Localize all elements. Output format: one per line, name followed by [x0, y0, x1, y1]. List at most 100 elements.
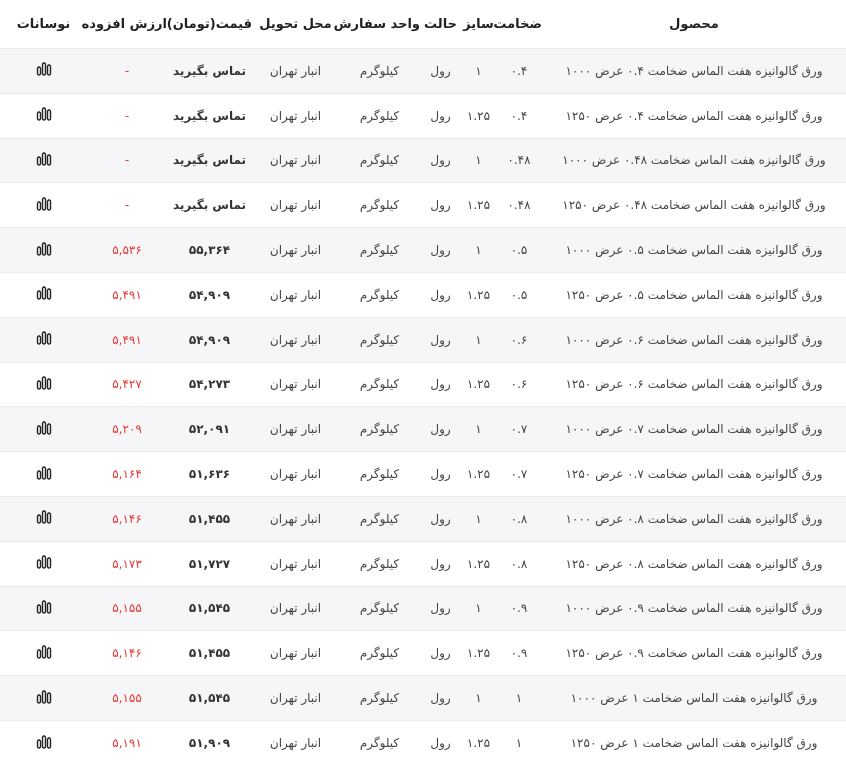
table-row: ورق گالوانیزه هفت الماس ضخامت ۰.۸ عرض ۱۲… [0, 540, 846, 587]
fluctuations-cell[interactable] [0, 630, 87, 676]
bar-chart-icon[interactable] [36, 107, 52, 124]
state-cell: رول [420, 630, 461, 676]
price-cell: تماس بگیرید [167, 92, 252, 139]
fluctuations-cell[interactable] [0, 271, 87, 318]
location-cell: انبار تهران [252, 675, 339, 721]
product-name[interactable]: ورق گالوانیزه هفت الماس ضخامت ۰.۴۸ عرض ۱… [542, 182, 846, 228]
location-cell: انبار تهران [252, 137, 339, 183]
bar-chart-icon[interactable] [36, 465, 52, 483]
bar-chart-icon[interactable] [36, 421, 52, 438]
product-name[interactable]: ورق گالوانیزه هفت الماس ضخامت ۰.۴ عرض ۱۰… [542, 48, 846, 94]
product-name[interactable]: ورق گالوانیزه هفت الماس ضخامت ۱ عرض ۱۰۰۰ [542, 675, 846, 721]
fluctuations-cell[interactable] [0, 92, 87, 139]
location-cell: انبار تهران [252, 451, 339, 497]
bar-chart-icon[interactable] [36, 241, 52, 259]
fluctuations-cell[interactable] [0, 316, 87, 363]
price-cell: ۵۵,۳۶۴ [167, 227, 252, 273]
product-name[interactable]: ورق گالوانیزه هفت الماس ضخامت ۰.۵ عرض ۱۲… [542, 271, 846, 318]
bar-chart-icon[interactable] [36, 62, 52, 79]
fluctuations-cell[interactable] [0, 227, 87, 273]
state-cell: رول [420, 227, 461, 273]
bar-chart-icon[interactable] [36, 734, 52, 752]
unit-cell: کیلوگرم [339, 92, 420, 139]
table-row: ورق گالوانیزه هفت الماس ضخامت ۰.۶ عرض ۱۰… [0, 316, 846, 363]
price-cell: ۵۲,۰۹۱ [167, 406, 252, 452]
fluctuations-cell[interactable] [0, 182, 87, 228]
product-name[interactable]: ورق گالوانیزه هفت الماس ضخامت ۰.۶ عرض ۱۰… [542, 316, 846, 363]
product-name[interactable]: ورق گالوانیزه هفت الماس ضخامت ۰.۹ عرض ۱۲… [542, 630, 846, 676]
added-value-cell: ۵,۴۹۱ [87, 316, 167, 363]
product-name[interactable]: ورق گالوانیزه هفت الماس ضخامت ۰.۶ عرض ۱۲… [542, 361, 846, 407]
state-cell: رول [420, 406, 461, 452]
fluctuations-cell[interactable] [0, 540, 87, 587]
bar-chart-icon[interactable] [36, 376, 52, 393]
bar-chart-icon[interactable] [36, 152, 52, 169]
thickness-cell: ۰.۹ [496, 630, 542, 676]
header-thickness: ضخامت [493, 0, 542, 49]
unit-cell: کیلوگرم [339, 182, 420, 228]
bar-chart-icon[interactable] [36, 645, 52, 662]
unit-cell: کیلوگرم [339, 451, 420, 497]
fluctuations-cell[interactable] [0, 675, 87, 721]
header-unit: واحد سفارش [334, 0, 420, 49]
size-cell: ۱ [461, 585, 496, 631]
bar-chart-icon[interactable] [36, 286, 52, 303]
product-name[interactable]: ورق گالوانیزه هفت الماس ضخامت ۰.۸ عرض ۱۲… [542, 540, 846, 587]
state-cell: رول [420, 271, 461, 318]
thickness-cell: ۱ [496, 675, 542, 721]
bar-chart-icon[interactable] [36, 510, 52, 527]
fluctuations-cell[interactable] [0, 585, 87, 631]
fluctuations-cell[interactable] [0, 361, 87, 407]
size-cell: ۱ [461, 675, 496, 721]
size-cell: ۱.۲۵ [461, 92, 496, 139]
product-name[interactable]: ورق گالوانیزه هفت الماس ضخامت ۱ عرض ۱۲۵۰ [542, 719, 846, 766]
unit-cell: کیلوگرم [339, 585, 420, 631]
size-cell: ۱ [461, 316, 496, 363]
header-size: سایز [461, 0, 496, 49]
fluctuations-cell[interactable] [0, 48, 87, 94]
location-cell: انبار تهران [252, 361, 339, 407]
table-row: ورق گالوانیزه هفت الماس ضخامت ۰.۵ عرض ۱۰… [0, 227, 846, 273]
unit-cell: کیلوگرم [339, 271, 420, 318]
bar-chart-icon[interactable] [36, 555, 52, 572]
size-cell: ۱ [461, 406, 496, 452]
price-cell: تماس بگیرید [167, 182, 252, 228]
header-state: حالت [420, 0, 461, 49]
state-cell: رول [420, 361, 461, 407]
thickness-cell: ۰.۸ [496, 495, 542, 542]
fluctuations-cell[interactable] [0, 719, 87, 766]
price-cell: ۵۴,۹۰۹ [167, 271, 252, 318]
bar-chart-icon[interactable] [36, 197, 52, 214]
price-cell: ۵۱,۴۵۵ [167, 495, 252, 542]
fluctuations-cell[interactable] [0, 406, 87, 452]
product-name[interactable]: ورق گالوانیزه هفت الماس ضخامت ۰.۸ عرض ۱۰… [542, 495, 846, 542]
location-cell: انبار تهران [252, 316, 339, 363]
table-row: ورق گالوانیزه هفت الماس ضخامت ۰.۹ عرض ۱۲… [0, 630, 846, 676]
added-value-cell: ۵,۱۹۱ [87, 719, 167, 766]
product-name[interactable]: ورق گالوانیزه هفت الماس ضخامت ۰.۴۸ عرض ۱… [542, 137, 846, 183]
fluctuations-cell[interactable] [0, 495, 87, 542]
size-cell: ۱.۲۵ [461, 630, 496, 676]
bar-chart-icon[interactable] [36, 600, 52, 617]
fluctuations-cell[interactable] [0, 451, 87, 497]
unit-cell: کیلوگرم [339, 137, 420, 183]
product-name[interactable]: ورق گالوانیزه هفت الماس ضخامت ۰.۹ عرض ۱۰… [542, 585, 846, 631]
added-value-cell: - [87, 48, 167, 94]
product-name[interactable]: ورق گالوانیزه هفت الماس ضخامت ۰.۷ عرض ۱۰… [542, 406, 846, 452]
product-name[interactable]: ورق گالوانیزه هفت الماس ضخامت ۰.۷ عرض ۱۲… [542, 451, 846, 497]
header-added-value: ارزش افزوده [82, 0, 167, 49]
location-cell: انبار تهران [252, 92, 339, 139]
product-name[interactable]: ورق گالوانیزه هفت الماس ضخامت ۰.۵ عرض ۱۰… [542, 227, 846, 273]
fluctuations-cell[interactable] [0, 137, 87, 183]
header-location: محل تحویل [252, 0, 339, 49]
unit-cell: کیلوگرم [339, 495, 420, 542]
size-cell: ۱.۲۵ [461, 719, 496, 766]
product-name[interactable]: ورق گالوانیزه هفت الماس ضخامت ۰.۴ عرض ۱۲… [542, 92, 846, 139]
location-cell: انبار تهران [252, 719, 339, 766]
added-value-cell: ۵,۲۰۹ [87, 406, 167, 452]
location-cell: انبار تهران [252, 495, 339, 542]
bar-chart-icon[interactable] [36, 331, 52, 348]
table-row: ورق گالوانیزه هفت الماس ضخامت ۰.۴ عرض ۱۲… [0, 92, 846, 139]
bar-chart-icon[interactable] [36, 689, 52, 707]
location-cell: انبار تهران [252, 227, 339, 273]
